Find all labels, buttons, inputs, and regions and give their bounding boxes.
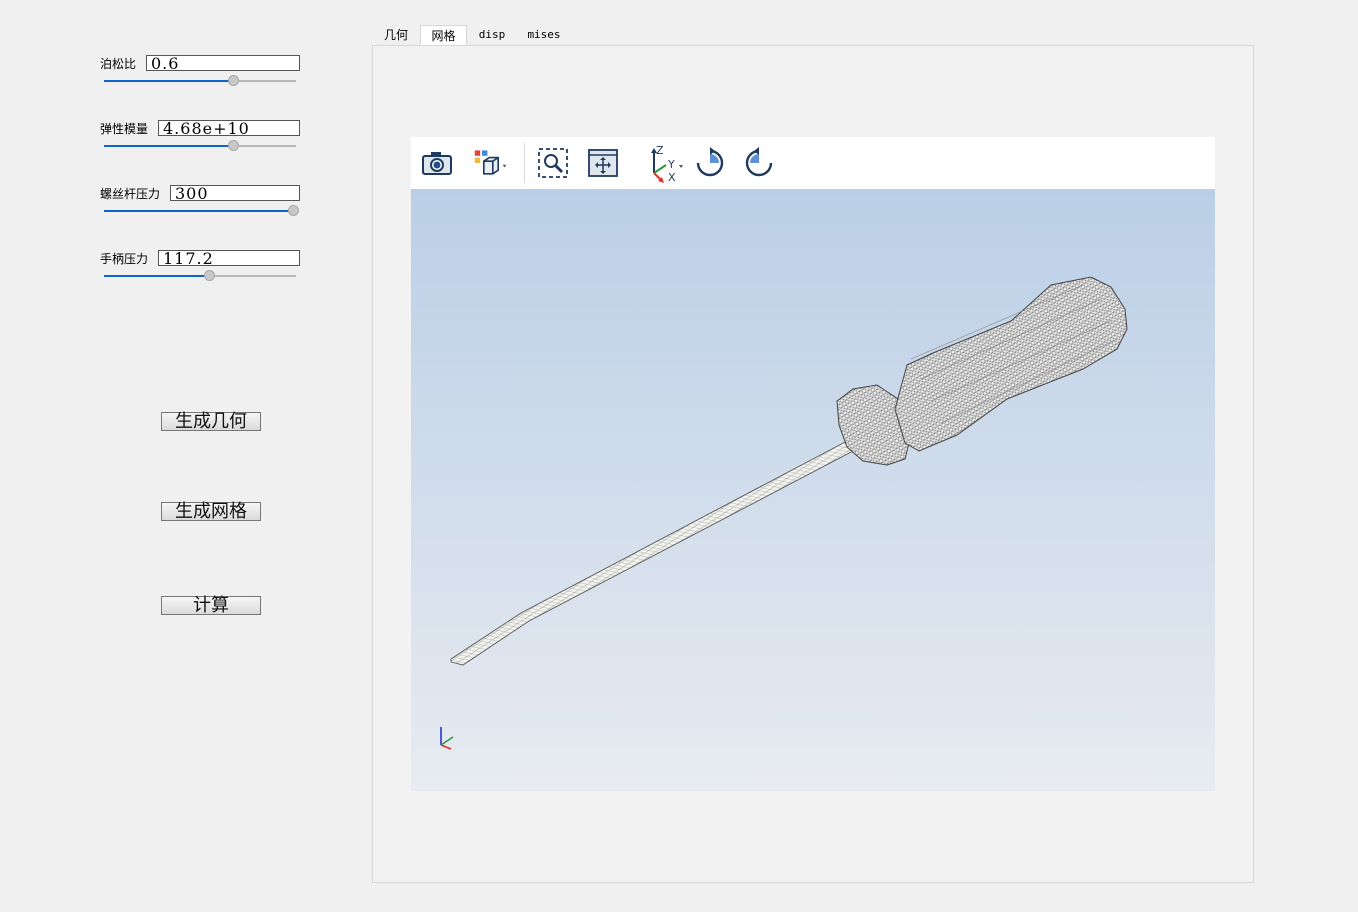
tab-disp[interactable]: disp xyxy=(470,25,514,45)
slider-fill xyxy=(104,80,233,82)
screwdriver-shaft xyxy=(450,437,863,666)
handle-pressure-input[interactable]: 117.2 xyxy=(158,250,300,266)
camera-icon[interactable] xyxy=(419,145,455,181)
axis-z-label: Z xyxy=(656,144,664,157)
poisson-ratio-label: 泊松比 xyxy=(100,57,137,71)
slider-handle[interactable] xyxy=(228,140,239,151)
screw-pressure-input[interactable]: 300 xyxy=(170,185,300,201)
generate-mesh-button[interactable]: 生成网格 xyxy=(161,502,261,521)
rotate-ccw-icon[interactable] xyxy=(741,145,777,181)
handle-pressure-slider[interactable] xyxy=(104,270,296,282)
axes-orientation-icon[interactable]: Z Y X xyxy=(639,144,687,183)
fit-view-icon[interactable] xyxy=(585,145,621,181)
axis-x-label: X xyxy=(668,171,676,183)
elastic-modulus-input[interactable]: 4.68e+10 xyxy=(158,120,300,136)
view-cube-icon[interactable] xyxy=(473,145,509,181)
poisson-ratio-slider[interactable] xyxy=(104,75,296,87)
viewport-canvas[interactable] xyxy=(411,189,1215,791)
rotate-cw-icon[interactable] xyxy=(692,145,728,181)
tab-geometry[interactable]: 几何 xyxy=(374,25,418,45)
screwdriver-mesh xyxy=(440,276,1128,750)
screw-pressure-slider[interactable] xyxy=(104,205,299,217)
slider-fill xyxy=(104,210,293,212)
orientation-triad-icon xyxy=(440,727,454,750)
poisson-ratio-input[interactable]: 0.6 xyxy=(146,55,300,71)
compute-button[interactable]: 计算 xyxy=(161,596,261,615)
slider-handle[interactable] xyxy=(228,75,239,86)
handle-pressure-label: 手柄压力 xyxy=(100,252,149,266)
generate-geometry-button[interactable]: 生成几何 xyxy=(161,412,261,431)
slider-fill xyxy=(104,145,233,147)
slider-fill xyxy=(104,275,209,277)
slider-handle[interactable] xyxy=(204,270,215,281)
axis-y-label: Y xyxy=(667,158,675,171)
elastic-modulus-label: 弹性模量 xyxy=(100,122,149,136)
zoom-box-icon[interactable] xyxy=(535,145,571,181)
viewer-toolbar: Z Y X xyxy=(411,137,1215,189)
elastic-modulus-slider[interactable] xyxy=(104,140,296,152)
3d-viewer: Z Y X xyxy=(411,137,1215,791)
toolbar-separator xyxy=(524,143,525,183)
slider-handle[interactable] xyxy=(288,205,299,216)
tab-mises[interactable]: mises xyxy=(520,25,568,45)
tab-mesh[interactable]: 网格 xyxy=(420,25,467,45)
screw-pressure-label: 螺丝杆压力 xyxy=(100,187,161,201)
